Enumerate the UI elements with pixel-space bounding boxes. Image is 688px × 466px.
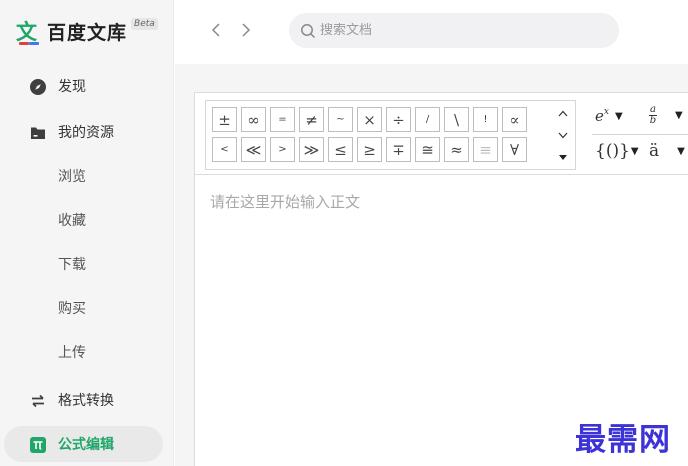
nav-favorites[interactable]: 收藏 — [0, 202, 174, 238]
folder-icon — [31, 127, 45, 139]
fraction-template-dropdown[interactable]: a b ▼ — [649, 105, 683, 126]
symbol-scroll — [556, 105, 570, 167]
symbol-much-greater[interactable]: ≫ — [299, 137, 324, 162]
back-button[interactable] — [206, 20, 226, 40]
chevron-up-icon — [558, 110, 568, 117]
nav-my-resources[interactable]: 我的资源 — [0, 114, 174, 150]
caret-down-icon: ▼ — [677, 145, 685, 157]
symbol-greater-than[interactable]: > — [270, 137, 295, 162]
symbol-infinity[interactable]: ∞ — [241, 107, 266, 132]
nav-discover[interactable]: 发现 — [0, 68, 174, 104]
symbol-row-2: < ≪ > ≫ ≤ ≥ ∓ ≅ ≈ ≡ ∀ — [212, 137, 531, 162]
symbol-tilde[interactable]: ~ — [328, 107, 353, 132]
symbol-times[interactable]: × — [357, 107, 382, 132]
symbol-equals[interactable]: = — [270, 107, 295, 132]
brand-logo[interactable]: 文 百度文库 Beta — [16, 16, 158, 46]
top-bar — [175, 0, 688, 64]
nav-format-convert[interactable]: 格式转换 — [0, 382, 174, 418]
symbol-plus-minus[interactable]: ± — [212, 107, 237, 132]
symbol-backslash[interactable]: \ — [444, 107, 469, 132]
symbol-for-all[interactable]: ∀ — [502, 137, 527, 162]
symbol-proportional[interactable]: ∝ — [502, 107, 527, 132]
wenku-logo-icon: 文 — [16, 20, 39, 45]
template-divider — [592, 134, 688, 135]
symbol-divide[interactable]: ÷ — [386, 107, 411, 132]
bracket-template-dropdown[interactable]: {()} ▼ — [595, 141, 639, 161]
symbol-much-less[interactable]: ≪ — [241, 137, 266, 162]
nav-upload[interactable]: 上传 — [0, 334, 174, 370]
chevron-down-icon — [558, 132, 568, 139]
search-input[interactable] — [320, 23, 600, 38]
chevron-right-icon — [242, 23, 251, 37]
symbol-congruent[interactable]: ≅ — [415, 137, 440, 162]
sidebar: 文 百度文库 Beta 发现 我的资源 浏览 收藏 下载 购买 上传 格式转换 … — [0, 0, 174, 466]
formula-editor: ± ∞ = ≠ ~ × ÷ / \ ! ∝ < ≪ > ≫ ≤ ≥ ∓ ≅ ≈ … — [194, 92, 688, 466]
symbol-less-than[interactable]: < — [212, 137, 237, 162]
symbol-slash[interactable]: / — [415, 107, 440, 132]
editor-placeholder[interactable]: 请在这里开始输入正文 — [210, 191, 360, 212]
compass-icon — [30, 79, 46, 95]
search-box[interactable] — [289, 13, 619, 48]
symbol-minus-plus[interactable]: ∓ — [386, 137, 411, 162]
symbol-approx[interactable]: ≈ — [444, 137, 469, 162]
symbol-greater-equal[interactable]: ≥ — [357, 137, 382, 162]
exponent-template-dropdown[interactable]: ex ▼ — [595, 107, 623, 125]
nav-purchase[interactable]: 购买 — [0, 290, 174, 326]
scroll-up-button[interactable] — [556, 107, 570, 120]
symbol-panel: ± ∞ = ≠ ~ × ÷ / \ ! ∝ < ≪ > ≫ ≤ ≥ ∓ ≅ ≈ … — [205, 100, 576, 170]
scroll-expand-button[interactable] — [556, 151, 570, 164]
chevron-left-icon — [211, 23, 220, 37]
brand-name: 百度文库 — [47, 21, 128, 44]
scroll-down-button[interactable] — [556, 129, 570, 142]
symbol-not-equal[interactable]: ≠ — [299, 107, 324, 132]
beta-badge: Beta — [131, 18, 158, 30]
symbol-factorial[interactable]: ! — [473, 107, 498, 132]
pi-icon — [30, 437, 46, 453]
symbol-row-1: ± ∞ = ≠ ~ × ÷ / \ ! ∝ — [212, 107, 531, 132]
watermark: 最需网 — [575, 422, 671, 458]
forward-button[interactable] — [236, 20, 256, 40]
symbol-equivalent[interactable]: ≡ — [473, 137, 498, 162]
search-icon — [301, 23, 316, 38]
swap-arrows-icon — [32, 394, 44, 408]
caret-down-icon: ▼ — [614, 110, 623, 122]
caret-down-icon: ▼ — [630, 145, 639, 157]
caret-down-icon — [559, 155, 567, 160]
nav-download[interactable]: 下载 — [0, 246, 174, 282]
nav-formula-edit[interactable]: 公式编辑 — [4, 426, 163, 462]
symbol-less-equal[interactable]: ≤ — [328, 137, 353, 162]
caret-down-icon: ▼ — [675, 110, 683, 121]
formula-toolbar: ± ∞ = ≠ ~ × ÷ / \ ! ∝ < ≪ > ≫ ≤ ≥ ∓ ≅ ≈ … — [195, 93, 688, 175]
nav-browse[interactable]: 浏览 — [0, 158, 174, 194]
accent-template-dropdown[interactable]: ä ▼ — [649, 141, 685, 161]
